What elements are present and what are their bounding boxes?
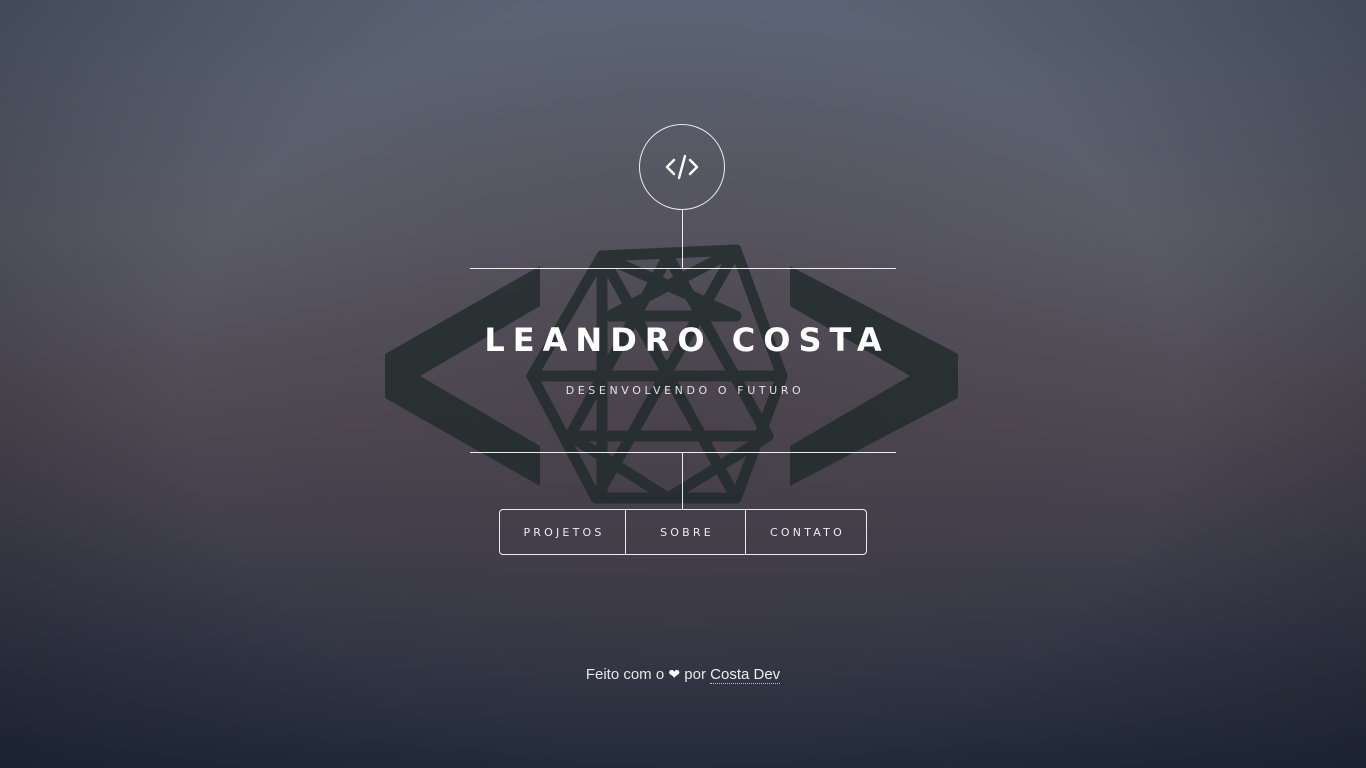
- nav-item-projetos[interactable]: PROJETOS: [500, 510, 625, 554]
- footer-text-middle: por: [684, 666, 706, 683]
- connector-line-top: [682, 210, 683, 268]
- footer: Feito com o ❤ por Costa Dev: [0, 664, 1366, 686]
- footer-author-link[interactable]: Costa Dev: [710, 666, 781, 684]
- code-icon: [665, 154, 699, 180]
- connector-line-bottom: [682, 452, 683, 509]
- page-subtitle: DESENVOLVENDO O FUTURO: [565, 384, 805, 397]
- nav-item-sobre[interactable]: SOBRE: [625, 510, 745, 554]
- footer-text-before: Feito com o: [585, 666, 665, 683]
- divider-top: [470, 268, 896, 269]
- nav-item-contato[interactable]: CONTATO: [745, 510, 866, 554]
- logo: [639, 124, 725, 210]
- divider-bottom: [470, 452, 896, 453]
- heart-icon: ❤: [668, 667, 681, 683]
- page-title: LEANDRO COSTA: [484, 321, 890, 359]
- header: LEANDRO COSTA DESENVOLVENDO O FUTURO PRO…: [0, 0, 1366, 768]
- main-nav: PROJETOS SOBRE CONTATO: [499, 509, 867, 555]
